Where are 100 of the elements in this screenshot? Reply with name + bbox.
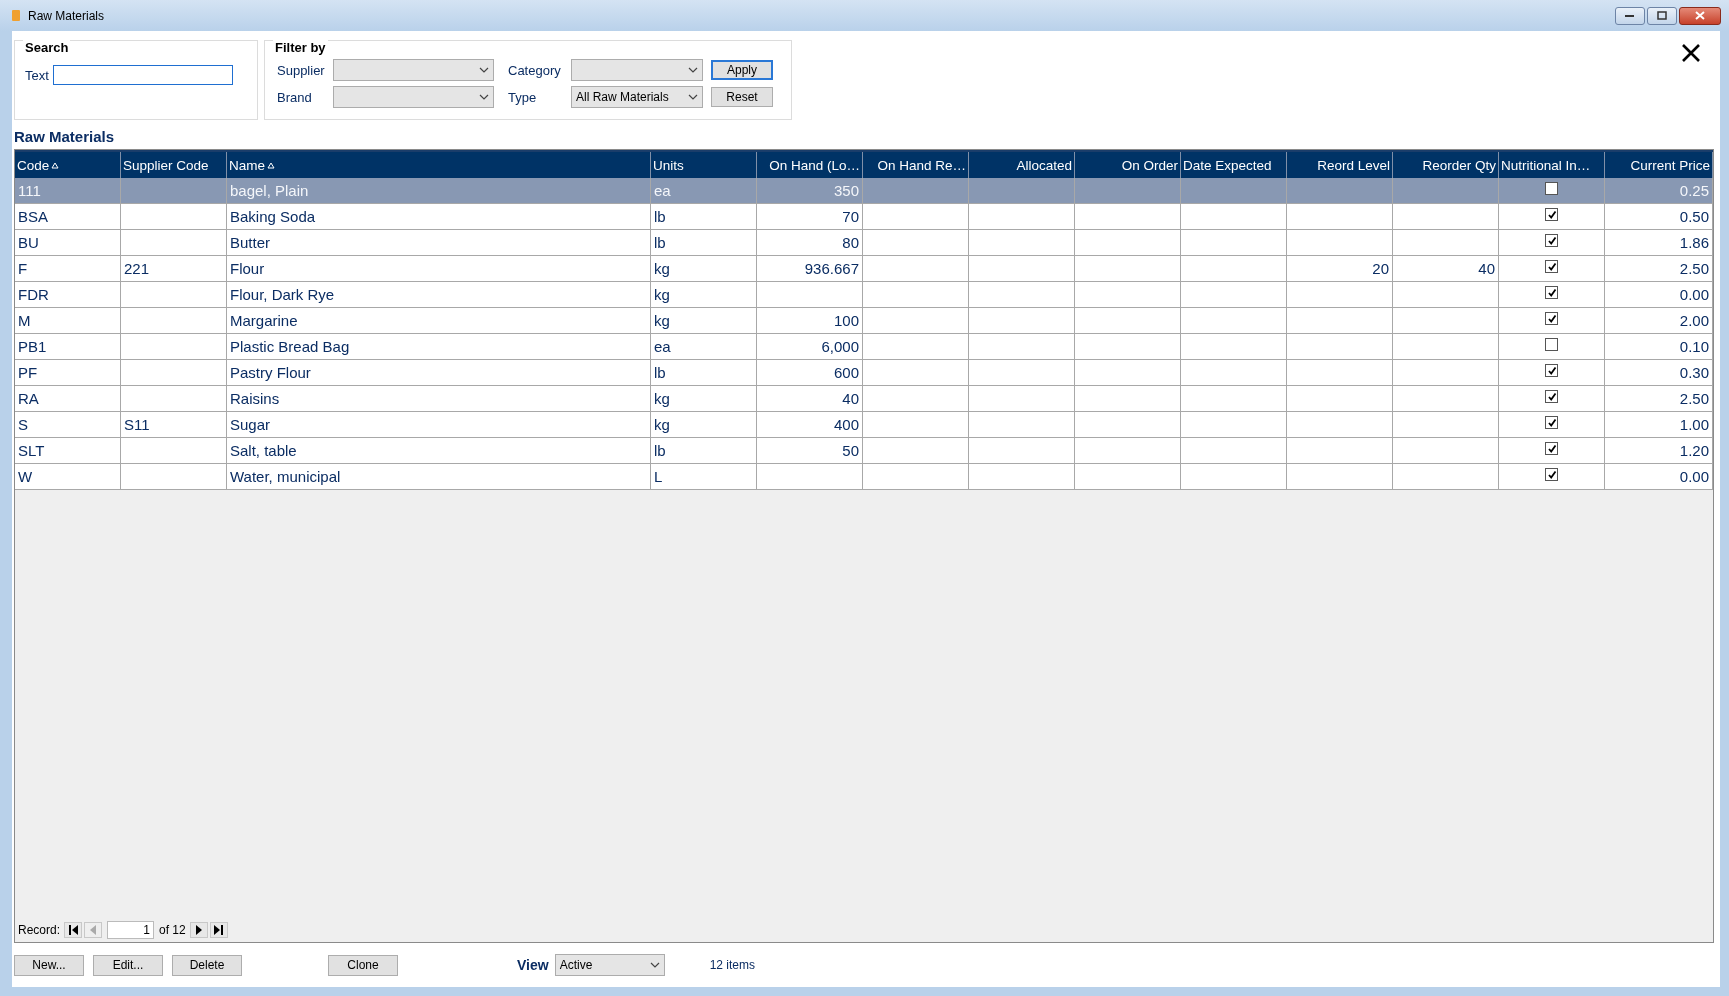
table-cell: 20: [1372, 260, 1389, 277]
table-cell: 100: [833, 312, 859, 329]
view-dropdown[interactable]: Active: [554, 954, 665, 976]
checkbox[interactable]: [1545, 338, 1558, 351]
table-cell: 936.667: [804, 260, 859, 277]
table-cell: FDR: [18, 286, 49, 303]
caret-icon: [688, 67, 698, 73]
table-cell: kg: [654, 286, 670, 303]
section-title: Raw Materials: [14, 128, 115, 145]
table-cell: Flour, Dark Rye: [230, 286, 335, 303]
table-cell: 1.00: [1679, 416, 1709, 433]
table-row[interactable]: BU Butter lb 80 1.86: [15, 230, 1713, 256]
first-record-button[interactable]: [64, 922, 83, 938]
table-cell: L: [654, 468, 663, 485]
close-button[interactable]: [1679, 6, 1721, 25]
record-label: Record:: [18, 923, 61, 937]
filter-button[interactable]: Apply: [711, 60, 773, 80]
minimize-button[interactable]: [1615, 6, 1645, 25]
table-row[interactable]: M Margarine kg 100 2.00: [15, 308, 1713, 334]
field-label: Category: [508, 62, 562, 78]
checkbox[interactable]: [1545, 208, 1558, 221]
table-cell: Flour: [230, 260, 265, 277]
last-icon: [214, 925, 224, 935]
table-cell: S: [18, 416, 28, 433]
table-cell: 400: [833, 416, 859, 433]
table-cell: Raisins: [230, 390, 280, 407]
record-total: of 12: [159, 923, 186, 937]
table-row[interactable]: SLT Salt, table lb 50 1.20: [15, 438, 1713, 464]
table-cell: bagel, Plain: [230, 182, 309, 199]
checkbox[interactable]: [1545, 234, 1558, 247]
checkbox[interactable]: [1545, 468, 1558, 481]
close-icon[interactable]: [1681, 43, 1701, 63]
table-cell: 0.00: [1679, 286, 1709, 303]
maximize-icon: [1657, 11, 1667, 20]
checkbox[interactable]: [1545, 416, 1558, 429]
table-cell: 0.25: [1679, 182, 1709, 199]
sort-icon: [267, 161, 275, 169]
field-label: Type: [508, 89, 538, 105]
table-cell: lb: [654, 442, 666, 459]
table-cell: 0.30: [1679, 364, 1709, 381]
group-title: Filter by: [273, 40, 328, 55]
table-cell: 2.50: [1679, 260, 1709, 277]
last-record-button[interactable]: [209, 922, 228, 938]
table-cell: lb: [654, 208, 666, 225]
next-record-button[interactable]: [189, 922, 208, 938]
dropdown[interactable]: All Raw Materials: [571, 86, 703, 108]
table-cell: 70: [842, 208, 859, 225]
checkbox[interactable]: [1545, 260, 1558, 273]
table-cell: 350: [833, 182, 859, 199]
sort-icon: [51, 161, 60, 169]
table-cell: 40: [1478, 260, 1495, 277]
table-cell: 1.86: [1679, 234, 1709, 251]
table-row[interactable]: FDR Flour, Dark Rye kg 0.00: [15, 282, 1713, 308]
table-cell: S11: [124, 416, 150, 433]
table-cell: lb: [654, 364, 666, 381]
table-cell: BU: [18, 234, 39, 251]
checkbox[interactable]: [1545, 312, 1558, 325]
table-cell: Plastic Bread Bag: [230, 338, 350, 355]
table-row[interactable]: RA Raisins kg 40 2.50: [15, 386, 1713, 412]
table-row[interactable]: F 221 Flour kg 936.667 20 40 2.50: [15, 256, 1713, 282]
action-button[interactable]: New...: [14, 954, 84, 976]
table-row[interactable]: W Water, municipal L 0.00: [15, 464, 1713, 490]
action-button[interactable]: Delete: [172, 954, 242, 976]
table-row[interactable]: PF Pastry Flour lb 600 0.30: [15, 360, 1713, 386]
checkbox[interactable]: [1545, 364, 1558, 377]
action-button[interactable]: Edit...: [93, 954, 163, 976]
table-cell: kg: [654, 390, 670, 407]
table-row[interactable]: BSA Baking Soda lb 70 0.50: [15, 204, 1713, 230]
app-icon: [12, 10, 20, 21]
filter-button[interactable]: Reset: [711, 87, 773, 107]
action-button[interactable]: Clone: [328, 954, 398, 976]
checkbox[interactable]: [1545, 390, 1558, 403]
table-cell: 0.00: [1679, 468, 1709, 485]
table-cell: Salt, table: [230, 442, 297, 459]
view-label: View: [517, 957, 549, 973]
table-cell: Pastry Flour: [230, 364, 311, 381]
table-cell: 111: [18, 182, 41, 199]
maximize-button[interactable]: [1647, 6, 1677, 25]
item-count: 12 items: [709, 958, 755, 972]
table-row[interactable]: PB1 Plastic Bread Bag ea 6,000 0.10: [15, 334, 1713, 360]
close-icon: [1695, 11, 1705, 20]
table-cell: 80: [842, 234, 859, 251]
table-cell: M: [18, 312, 31, 329]
table-cell: kg: [654, 416, 670, 433]
field-label: Brand: [277, 89, 313, 105]
table-cell: PB1: [18, 338, 47, 355]
table-cell: SLT: [18, 442, 45, 459]
field-label: Text: [25, 67, 49, 83]
table-row[interactable]: S S11 Sugar kg 400 1.00: [15, 412, 1713, 438]
checkbox[interactable]: [1545, 286, 1558, 299]
table-cell: 40: [842, 390, 859, 407]
table-cell: 0.10: [1679, 338, 1709, 355]
record-number-field[interactable]: 1: [107, 921, 155, 939]
table-cell: Water, municipal: [230, 468, 341, 485]
checkbox[interactable]: [1545, 182, 1558, 195]
table-cell: lb: [654, 234, 666, 251]
search-field[interactable]: [52, 65, 233, 85]
checkbox[interactable]: [1545, 442, 1558, 455]
table-cell: Margarine: [230, 312, 298, 329]
table-cell: 1.20: [1679, 442, 1709, 459]
